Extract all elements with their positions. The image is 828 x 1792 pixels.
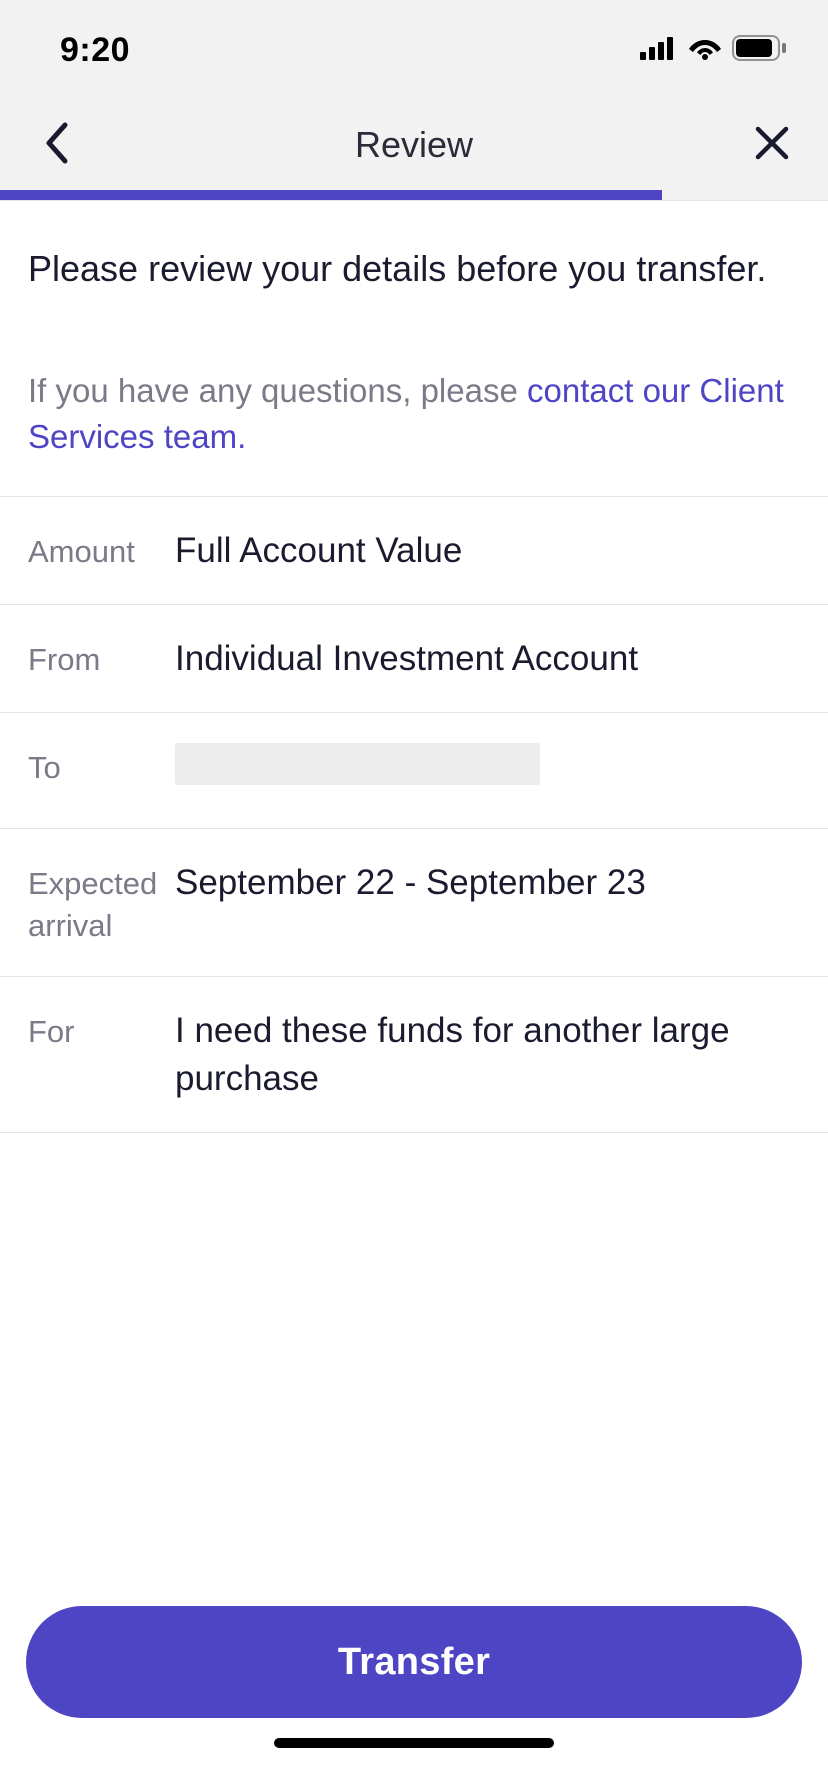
intro-heading: Please review your details before you tr… [28,245,800,294]
status-icons [640,35,788,66]
expected-value: September 22 - September 23 [175,859,800,906]
row-from: From Individual Investment Account [0,605,828,713]
amount-label: Amount [28,527,175,573]
intro-section: Please review your details before you tr… [0,201,828,496]
from-value: Individual Investment Account [175,635,800,682]
for-value: I need these funds for another large pur… [175,1007,800,1102]
home-indicator[interactable] [274,1738,554,1748]
row-expected: Expected arrival September 22 - Septembe… [0,829,828,978]
chevron-left-icon [43,122,69,169]
close-button[interactable] [750,123,794,167]
back-button[interactable] [34,123,78,167]
to-value [175,743,800,797]
to-label: To [28,743,175,789]
page-title: Review [0,124,828,166]
progress-fill [0,190,662,200]
details-list: Amount Full Account Value From Individua… [0,496,828,1133]
battery-icon [732,35,788,66]
redacted-placeholder [175,743,540,785]
transfer-button[interactable]: Transfer [26,1606,802,1718]
progress-bar [0,190,828,200]
row-amount: Amount Full Account Value [0,497,828,605]
row-to: To [0,713,828,828]
footer: Transfer [0,1606,828,1792]
close-icon [753,124,791,167]
wifi-icon [688,36,722,65]
from-label: From [28,635,175,681]
for-label: For [28,1007,175,1053]
status-bar: 9:20 [0,0,828,100]
row-for: For I need these funds for another large… [0,977,828,1133]
status-time: 9:20 [60,31,130,70]
intro-subtext: If you have any questions, please contac… [28,368,800,460]
nav-bar: Review [0,100,828,190]
expected-label: Expected arrival [28,859,175,947]
amount-value: Full Account Value [175,527,800,574]
intro-sub-prefix: If you have any questions, please [28,372,527,409]
cellular-icon [640,36,678,65]
